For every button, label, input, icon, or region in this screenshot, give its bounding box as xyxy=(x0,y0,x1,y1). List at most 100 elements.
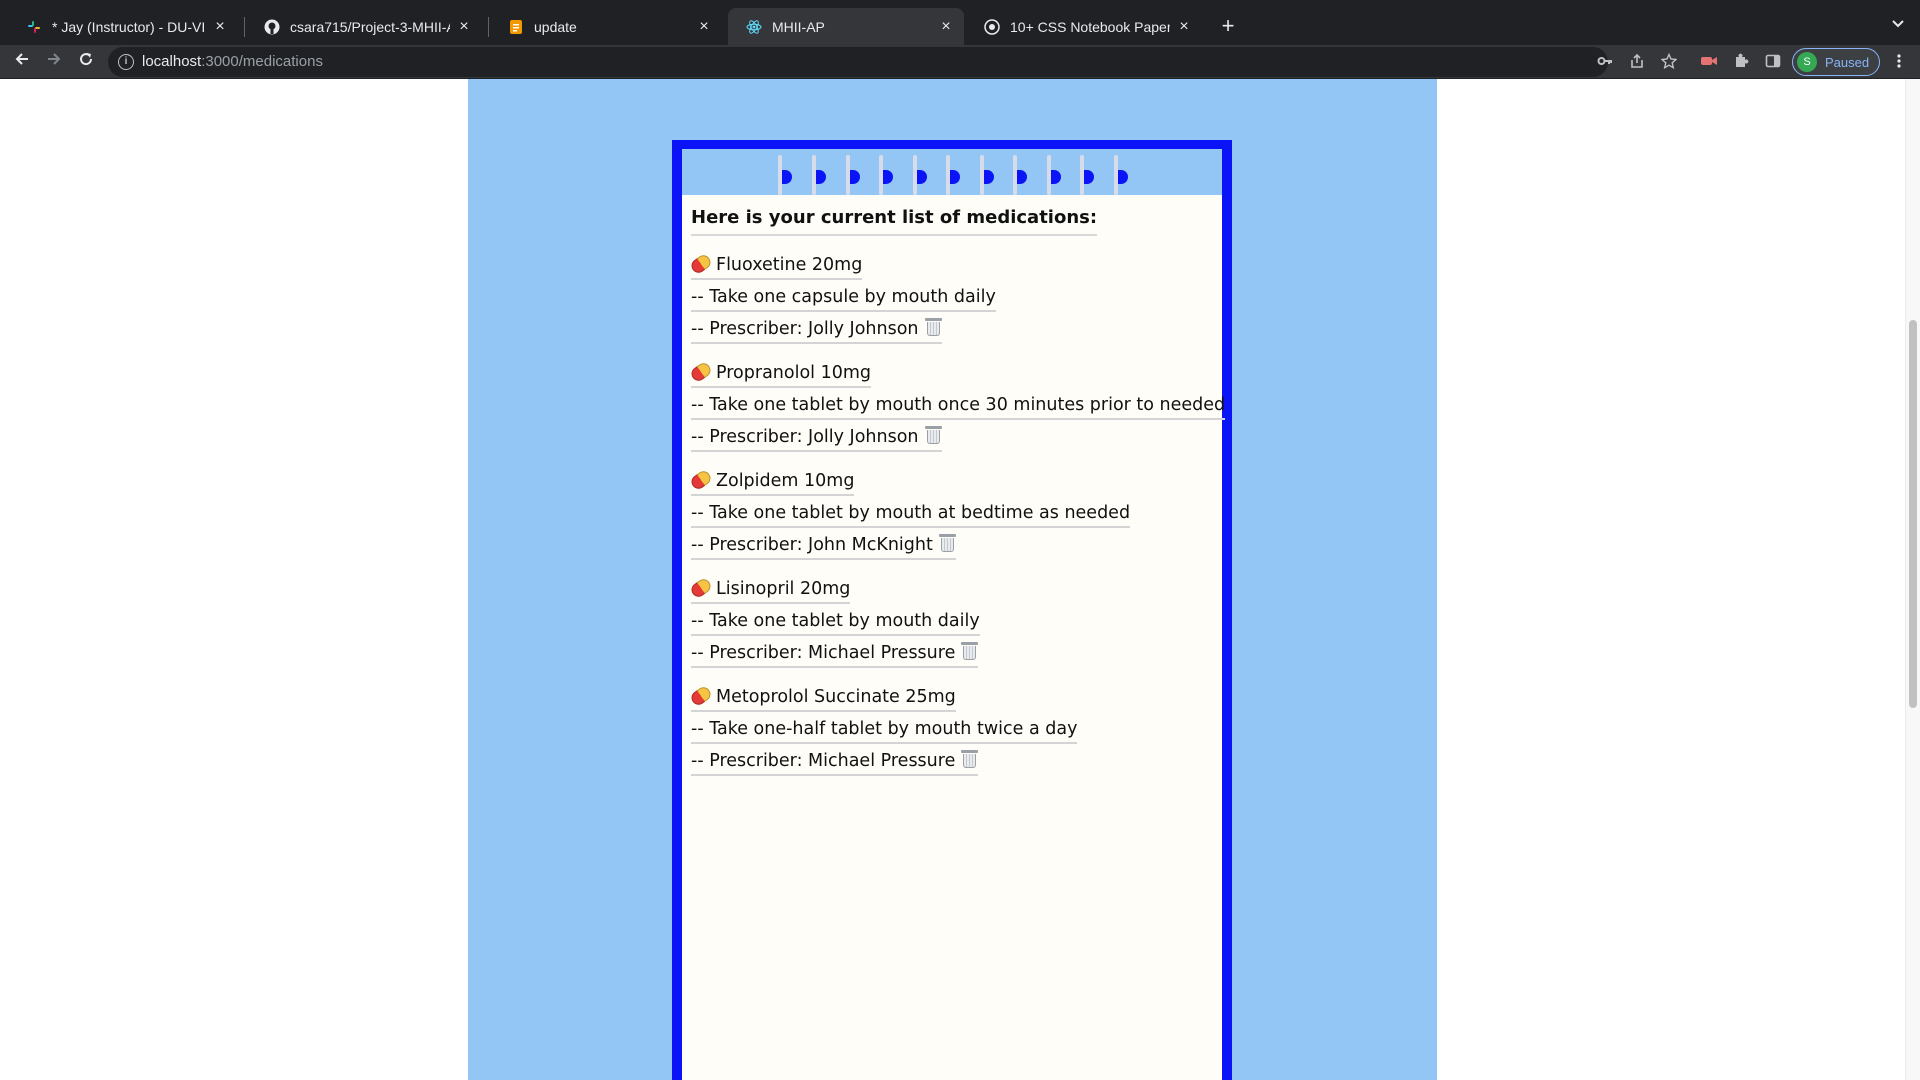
spiral-ring xyxy=(946,155,960,195)
tab-title: * Jay (Instructor) - DU-VIRT-FS xyxy=(52,18,206,35)
trash-icon[interactable] xyxy=(961,749,979,769)
close-tab-icon[interactable]: × xyxy=(938,18,954,36)
key-icon[interactable] xyxy=(1596,53,1614,71)
medication-item: Zolpidem 10mg -- Take one tablet by mout… xyxy=(688,468,1213,560)
scrollbar-thumb[interactable] xyxy=(1909,320,1917,708)
tab-title: 10+ CSS Notebook Paper Designs xyxy=(1010,18,1170,35)
document-icon xyxy=(508,19,524,35)
close-tab-icon[interactable]: × xyxy=(212,18,228,36)
medication-name: Lisinopril 20mg xyxy=(716,579,851,599)
side-panel-icon[interactable] xyxy=(1764,53,1782,71)
avatar: S xyxy=(1797,52,1817,72)
medication-prescriber: -- Prescriber: Michael Pressure xyxy=(691,643,956,663)
more-menu-icon[interactable] xyxy=(1890,53,1908,71)
browser-tab[interactable]: update × xyxy=(490,8,722,45)
new-tab-icon[interactable]: + xyxy=(1214,12,1242,40)
browser-tab-strip: * Jay (Instructor) - DU-VIRT-FS × csara7… xyxy=(0,0,1920,45)
medication-prescriber: -- Prescriber: Michael Pressure xyxy=(691,751,956,771)
bookmark-star-icon[interactable] xyxy=(1660,52,1678,71)
tab-title: csara715/Project-3-MHII-AP xyxy=(290,18,450,35)
medication-name-row: Metoprolol Succinate 25mg xyxy=(688,684,956,712)
medication-name: Propranolol 10mg xyxy=(716,363,872,383)
reload-icon[interactable] xyxy=(74,50,98,74)
spiral-ring xyxy=(778,155,792,195)
page-viewport: Here is your current list of medications… xyxy=(0,79,1920,1080)
browser-toolbar: i localhost:3000/medications S Paused xyxy=(0,45,1920,79)
vertical-scrollbar[interactable] xyxy=(1905,79,1920,1080)
spiral-ring xyxy=(1013,155,1027,195)
pill-icon xyxy=(688,252,714,276)
url-text: localhost:3000/medications xyxy=(142,53,323,70)
trash-icon[interactable] xyxy=(924,425,942,445)
medication-prescriber-row: -- Prescriber: Jolly Johnson xyxy=(691,424,942,452)
react-icon xyxy=(746,19,762,35)
medication-prescriber: -- Prescriber: John McKnight xyxy=(691,535,933,555)
close-tab-icon[interactable]: × xyxy=(1176,18,1192,36)
address-bar[interactable]: i localhost:3000/medications xyxy=(108,47,1608,77)
extension-video-icon[interactable] xyxy=(1700,53,1718,71)
notebook-paper: Here is your current list of medications… xyxy=(682,195,1226,1080)
spiral-ring xyxy=(812,155,826,195)
browser-tab[interactable]: 10+ CSS Notebook Paper Designs × xyxy=(966,8,1202,45)
chevron-down-icon[interactable] xyxy=(1886,13,1910,37)
site-info-icon[interactable]: i xyxy=(118,54,134,70)
notebook: Here is your current list of medications… xyxy=(672,140,1232,1080)
tab-title: MHII-AP xyxy=(772,18,825,35)
tab-separator xyxy=(488,17,489,37)
spiral-ring xyxy=(980,155,994,195)
medication-name: Zolpidem 10mg xyxy=(716,471,855,491)
share-icon[interactable] xyxy=(1628,53,1646,71)
medication-instructions: -- Take one-half tablet by mouth twice a… xyxy=(691,716,1078,744)
medication-prescriber-row: -- Prescriber: Michael Pressure xyxy=(691,640,979,668)
medication-name-row: Fluoxetine 20mg xyxy=(688,252,863,280)
spiral-ring xyxy=(846,155,860,195)
medication-item: Metoprolol Succinate 25mg -- Take one-ha… xyxy=(688,684,1213,776)
medication-instructions: -- Take one tablet by mouth daily xyxy=(691,608,980,636)
url-host: localhost xyxy=(142,53,202,70)
profile-button[interactable]: S Paused xyxy=(1792,48,1880,76)
pill-icon xyxy=(688,576,714,600)
back-arrow-icon[interactable] xyxy=(10,50,34,74)
page-title: Here is your current list of medications… xyxy=(691,206,1098,236)
medication-name: Metoprolol Succinate 25mg xyxy=(716,687,956,707)
tab-separator xyxy=(244,17,245,37)
spiral-ring xyxy=(1047,155,1061,195)
trash-icon[interactable] xyxy=(961,641,979,661)
medication-instructions: -- Take one capsule by mouth daily xyxy=(691,284,996,312)
medication-name-row: Lisinopril 20mg xyxy=(688,576,851,604)
spiral-ring xyxy=(1080,155,1094,195)
url-path: :3000/medications xyxy=(201,53,323,70)
spiral-ring xyxy=(1114,155,1128,195)
medication-prescriber: -- Prescriber: Jolly Johnson xyxy=(691,319,919,339)
forward-arrow-icon[interactable] xyxy=(42,50,66,74)
pill-icon xyxy=(688,360,714,384)
puzzle-extensions-icon[interactable] xyxy=(1732,53,1750,71)
medication-item: Lisinopril 20mg -- Take one tablet by mo… xyxy=(688,576,1213,668)
spiral-ring xyxy=(879,155,893,195)
trash-icon[interactable] xyxy=(924,317,942,337)
medication-item: Fluoxetine 20mg -- Take one capsule by m… xyxy=(688,252,1213,344)
pill-icon xyxy=(688,684,714,708)
browser-tab[interactable]: csara715/Project-3-MHII-AP × xyxy=(246,8,482,45)
notebook-binding xyxy=(682,149,1222,195)
website-icon xyxy=(984,18,1000,35)
medication-prescriber-row: -- Prescriber: Jolly Johnson xyxy=(691,316,942,344)
browser-tab-active[interactable]: MHII-AP × xyxy=(728,8,964,45)
slack-icon xyxy=(26,19,42,35)
tab-title: update xyxy=(534,18,577,35)
pill-icon xyxy=(688,468,714,492)
close-tab-icon[interactable]: × xyxy=(696,18,712,36)
trash-icon[interactable] xyxy=(938,533,956,553)
medication-prescriber-row: -- Prescriber: John McKnight xyxy=(691,532,956,560)
medication-item: Propranolol 10mg -- Take one tablet by m… xyxy=(688,360,1226,452)
medication-prescriber-row: -- Prescriber: Michael Pressure xyxy=(691,748,979,776)
github-icon xyxy=(264,19,280,35)
close-tab-icon[interactable]: × xyxy=(456,18,472,36)
medication-name-row: Zolpidem 10mg xyxy=(688,468,855,496)
medication-name-row: Propranolol 10mg xyxy=(688,360,872,388)
medication-instructions: -- Take one tablet by mouth at bedtime a… xyxy=(691,500,1131,528)
medication-instructions: -- Take one tablet by mouth once 30 minu… xyxy=(691,392,1226,420)
medication-name: Fluoxetine 20mg xyxy=(716,255,863,275)
browser-tab[interactable]: * Jay (Instructor) - DU-VIRT-FS × xyxy=(8,8,238,45)
medication-prescriber: -- Prescriber: Jolly Johnson xyxy=(691,427,919,447)
